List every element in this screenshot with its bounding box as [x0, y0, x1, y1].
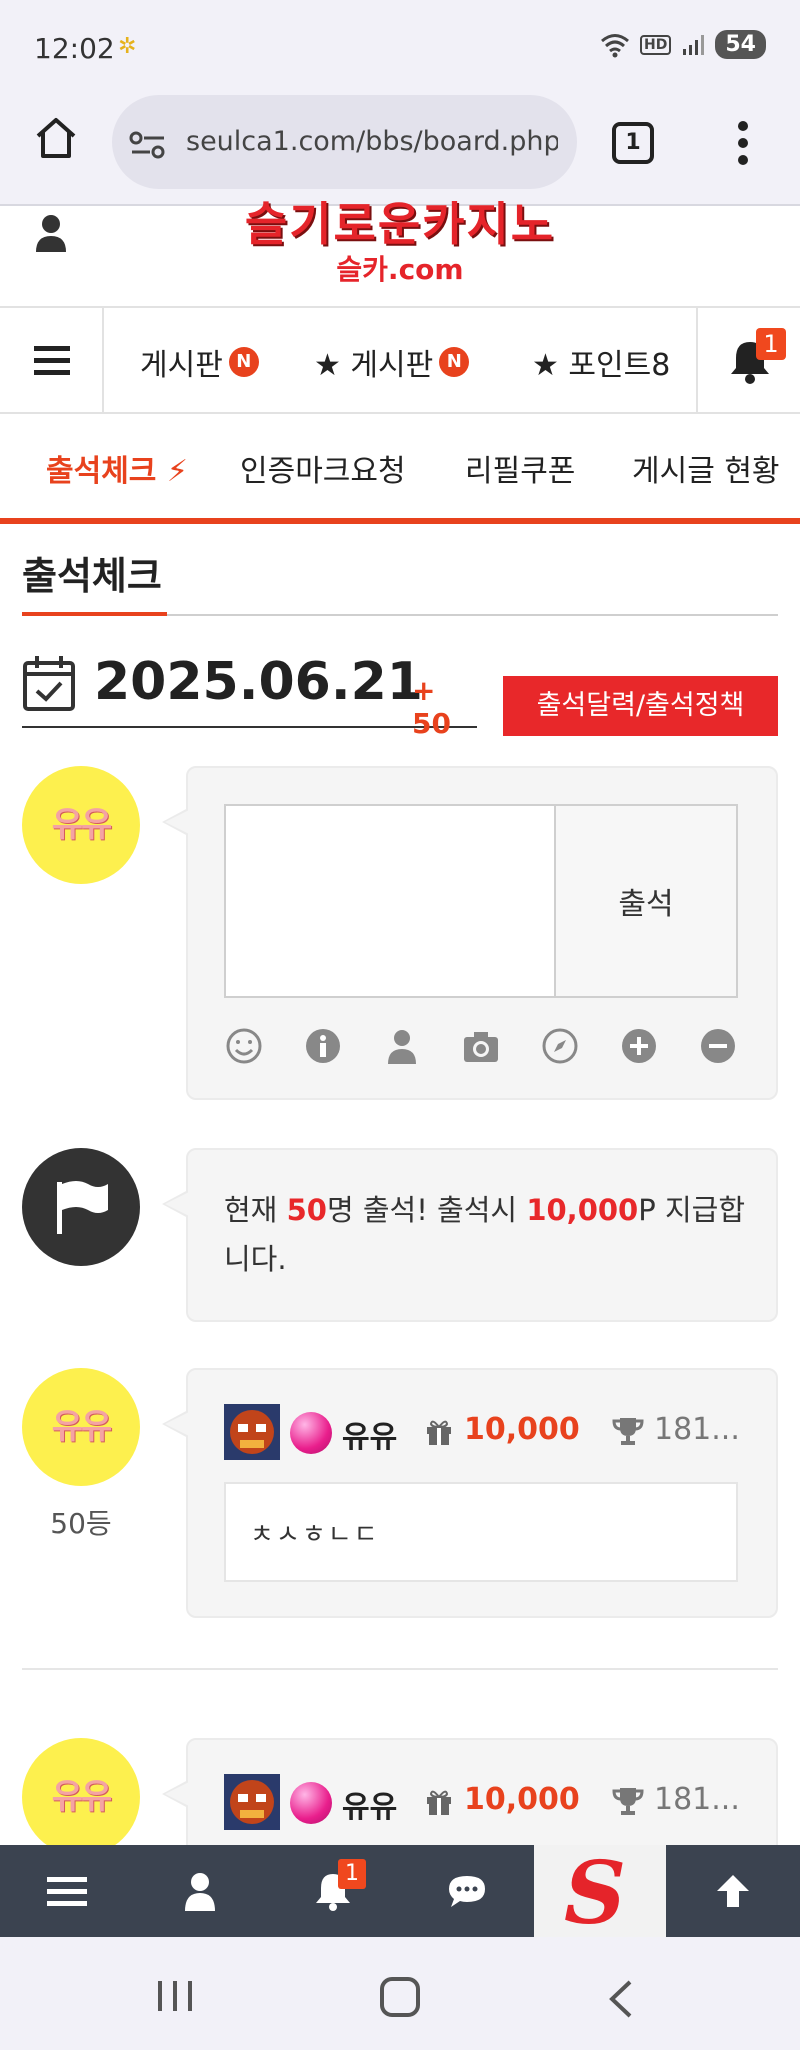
entry-header: 유유 10,000 181... — [224, 1774, 754, 1830]
level-icon — [224, 1404, 280, 1460]
entry-message: ㅊㅅㅎㄴㄷ — [250, 1520, 380, 1550]
smile-icon[interactable] — [224, 1026, 264, 1066]
camera-icon[interactable] — [461, 1026, 501, 1066]
entry-trophy-count: 181... — [654, 1782, 740, 1817]
gift-icon — [427, 1420, 451, 1445]
nav-item-star-board[interactable]: ★ 게시판 N — [314, 340, 470, 384]
status-bar: 12:02 ✲ HD 54 — [0, 0, 800, 92]
site-settings-icon[interactable] — [128, 128, 168, 162]
tab-attendance[interactable]: 출석체크 ⚡ — [46, 446, 188, 490]
flag-avatar — [22, 1148, 140, 1266]
minus-icon[interactable] — [698, 1026, 738, 1066]
avatar: 유유 — [22, 1738, 140, 1856]
tab-refill-coupon[interactable]: 리필쿠폰 — [465, 446, 575, 490]
attendance-entry: 유유 10,000 181... ㅊㅅㅎㄴㄷ — [162, 1368, 778, 1618]
attendance-notice: 현재 50명 출석! 출석시 10,000P 지급합니다. — [162, 1148, 778, 1322]
tab-post-status[interactable]: 게시글 현황 — [632, 446, 780, 490]
entry-trophy-count: 181... — [654, 1412, 740, 1447]
back-icon[interactable] — [606, 1979, 636, 2019]
attendance-count: 50 — [286, 1193, 327, 1227]
notification-count-badge: 1 — [756, 328, 786, 360]
attendance-rank: 50등 — [50, 1507, 112, 1540]
wifi-icon — [601, 33, 629, 57]
entry-header: 유유 10,000 181... — [224, 1404, 754, 1460]
hamburger-icon — [47, 1877, 87, 1906]
entry-username[interactable]: 유유 — [342, 1782, 397, 1826]
new-badge: N — [228, 347, 259, 377]
level-icon — [224, 1774, 280, 1830]
gift-icon — [427, 1790, 451, 1815]
entry-points: 10,000 — [464, 1412, 580, 1447]
user-icon — [185, 1873, 215, 1911]
home-icon[interactable] — [32, 114, 80, 162]
compass-icon[interactable] — [540, 1026, 580, 1066]
hamburger-menu-button[interactable] — [0, 308, 104, 412]
level-orb-icon — [290, 1782, 332, 1824]
comment-form: 출석 — [162, 766, 778, 1100]
site-header: 슬기로운카지노 슬카.com — [0, 197, 800, 308]
spark-icon: ✲ — [118, 34, 137, 59]
new-badge: N — [439, 347, 470, 377]
date-points: + 50 — [412, 674, 451, 740]
plus-icon[interactable] — [619, 1026, 659, 1066]
title-underline — [22, 612, 167, 616]
flag-icon — [57, 1181, 108, 1234]
browser-toolbar: seulca1.com/bbs/board.php 1 — [0, 92, 800, 206]
entry-message-box: ㅊㅅㅎㄴㄷ — [224, 1482, 738, 1582]
date-display: 2025.06.21 + 50 — [22, 650, 477, 740]
secondary-nav: 출석체크 ⚡ 인증마크요청 리필쿠폰 게시글 현황 — [0, 416, 800, 524]
site-logo-subtitle[interactable]: 슬카.com — [300, 248, 500, 288]
bottom-notifications-button[interactable]: 1 — [266, 1845, 400, 1937]
url-text[interactable]: seulca1.com/bbs/board.php — [186, 126, 558, 157]
divider — [22, 1668, 778, 1670]
trophy-icon — [612, 1788, 644, 1815]
nav-item-board[interactable]: 게시판 N — [140, 340, 259, 384]
site-logo[interactable]: 슬기로운카지노 — [230, 196, 570, 252]
scroll-top-button[interactable] — [666, 1845, 800, 1937]
chat-icon — [449, 1876, 485, 1907]
attendance-policy-button[interactable]: 출석달력/출석정책 — [503, 676, 778, 736]
signal-icon — [683, 34, 705, 55]
user-icon[interactable] — [34, 214, 68, 252]
comment-textarea[interactable] — [226, 806, 556, 996]
bottom-logo-button[interactable]: S — [534, 1843, 666, 1944]
current-date: 2025.06.21 — [94, 652, 423, 712]
nav-item-points[interactable]: ★ 포인트8 — [532, 340, 670, 384]
attendance-points: 10,000 — [526, 1193, 639, 1227]
entry-points: 10,000 — [464, 1782, 580, 1817]
notice-text: 현재 50명 출석! 출석시 10,000P 지급합니다. — [224, 1193, 745, 1276]
comment-input-box: 출석 — [224, 804, 738, 998]
avatar: 유유 — [22, 1368, 140, 1486]
bottom-profile-button[interactable] — [133, 1845, 267, 1937]
arrow-up-icon — [717, 1875, 749, 1907]
battery-indicator: 54 — [715, 30, 766, 59]
info-icon[interactable] — [303, 1026, 343, 1066]
system-nav-bar — [0, 1937, 800, 2050]
recent-apps-icon[interactable] — [156, 1979, 194, 2013]
system-home-icon[interactable] — [380, 1977, 420, 2017]
tab-badge-request[interactable]: 인증마크요청 — [240, 446, 406, 490]
calendar-check-icon — [23, 656, 75, 711]
tab-switcher-button[interactable]: 1 — [612, 122, 654, 164]
trophy-icon — [612, 1418, 644, 1445]
notifications-button[interactable]: 1 — [696, 308, 800, 412]
bottom-nav: 1 S — [0, 1843, 800, 1944]
page-title: 출석체크 — [22, 554, 162, 598]
notification-count-badge: 1 — [338, 1859, 366, 1889]
hd-badge: HD — [640, 34, 672, 55]
bottom-menu-button[interactable] — [0, 1845, 134, 1937]
entry-username[interactable]: 유유 — [342, 1412, 397, 1456]
bottom-chat-button[interactable] — [400, 1845, 534, 1937]
user-icon[interactable] — [382, 1026, 422, 1066]
hamburger-icon — [34, 346, 70, 375]
comment-toolbar — [224, 1026, 738, 1070]
level-orb-icon — [290, 1412, 332, 1454]
primary-nav: 게시판 N ★ 게시판 N ★ 포인트8 1 — [0, 308, 800, 414]
status-icons: HD 54 — [600, 30, 766, 59]
avatar: 유유 — [22, 766, 140, 884]
primary-nav-items: 게시판 N ★ 게시판 N ★ 포인트8 — [106, 308, 694, 412]
attend-submit-button[interactable]: 출석 — [556, 806, 736, 996]
status-time: 12:02 — [34, 32, 115, 65]
more-menu-icon[interactable] — [736, 120, 750, 166]
